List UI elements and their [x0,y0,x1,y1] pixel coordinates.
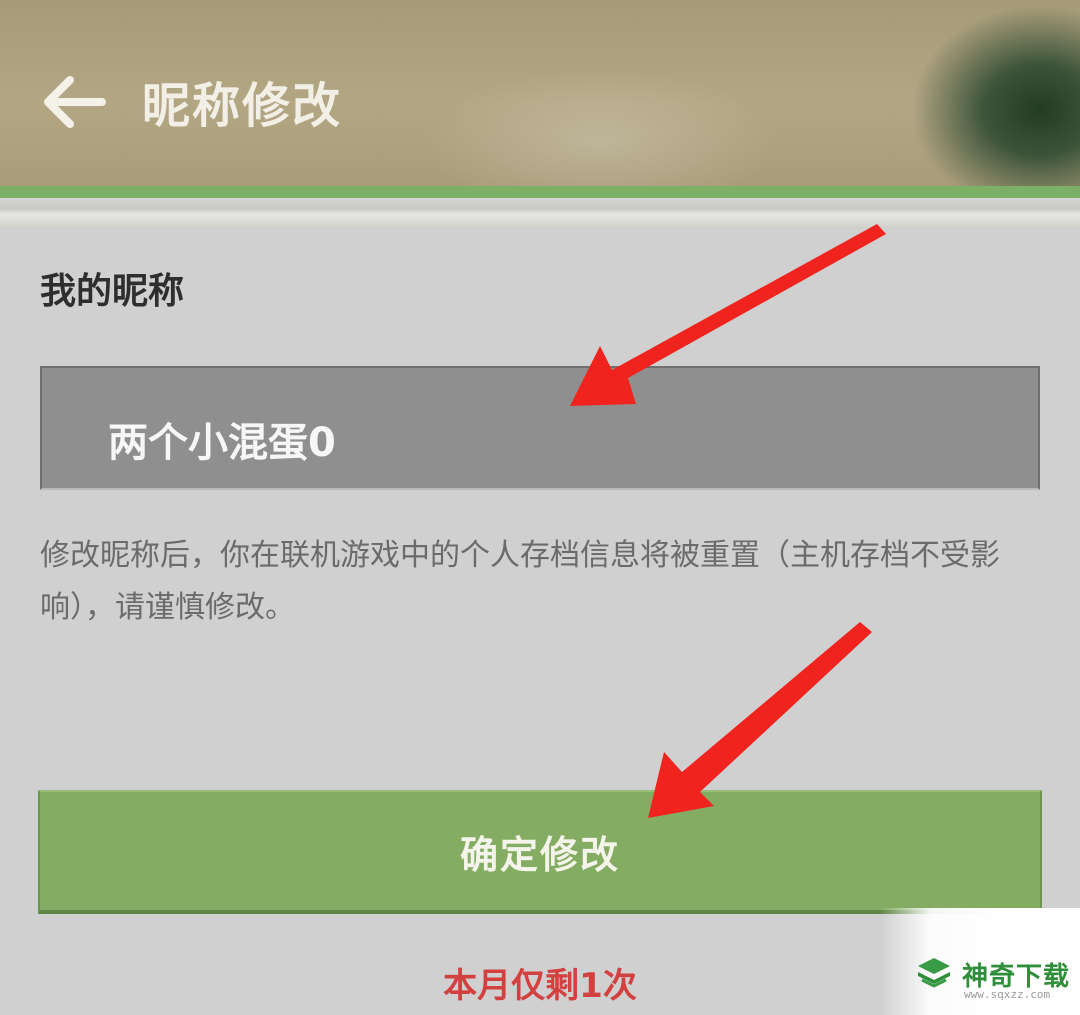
reset-warning-text: 修改昵称后，你在联机游戏中的个人存档信息将被重置（主机存档不受影响），请谨慎修改… [40,538,1000,625]
nickname-input[interactable]: 两个小混蛋0 [40,366,1040,490]
annotation-arrow-to-button [648,622,872,818]
nickname-label: 我的昵称 [40,271,185,312]
watermark-url: www.sqxzz.com [964,988,1051,1001]
confirm-change-button[interactable]: 确定修改 [38,790,1042,914]
page-title: 昵称修改 [142,78,343,134]
header-shadow [0,198,1080,228]
nickname-value: 两个小混蛋0 [108,420,336,466]
confirm-button-label: 确定修改 [459,832,620,877]
header-divider [0,186,1080,198]
arrow-left-icon[interactable] [40,72,110,132]
site-watermark: 神奇下载 www.sqxzz.com [880,908,1080,1015]
watermark-logo-icon [916,956,952,990]
